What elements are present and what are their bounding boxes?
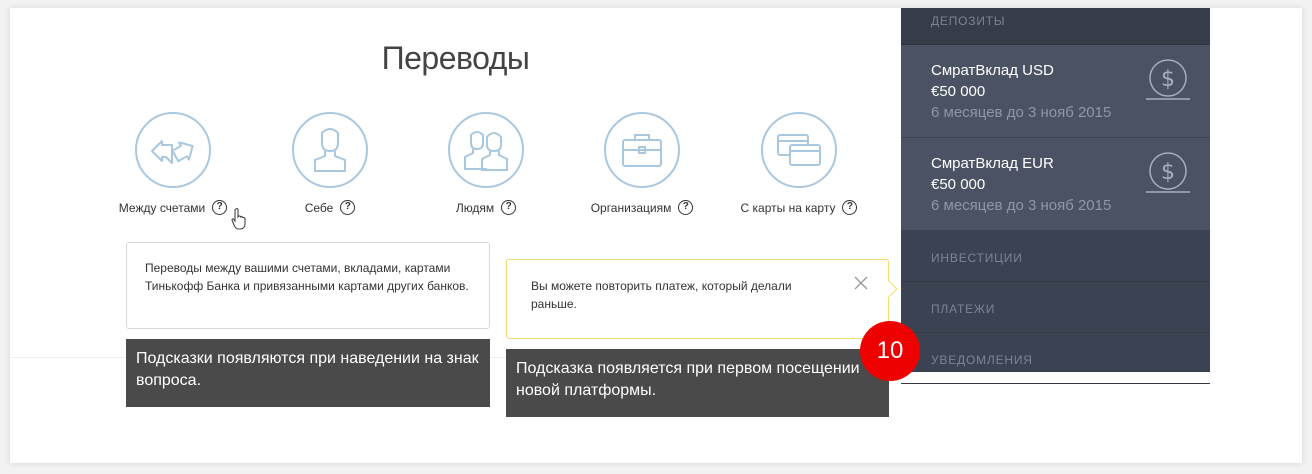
deposit-amount: €50 000 [931, 83, 986, 100]
tooltip-arrow [880, 280, 898, 298]
annotation-badge: 10 [860, 321, 920, 381]
deposit-amount: €50 000 [931, 176, 986, 193]
question-icon[interactable]: ? [340, 200, 356, 215]
deposit-name: СмратВклад EUR [931, 155, 1054, 172]
tooltip-text: Вы можете повторить платеж, который дела… [531, 279, 792, 311]
arrows-exchange-icon [135, 112, 211, 188]
tooltip-repeat-payment: Вы можете повторить платеж, который дела… [506, 259, 898, 339]
transfers-panel: Переводы Между счетами ? Себе ? Людям ? … [10, 8, 901, 358]
deposit-item[interactable]: СмратВклад USD €50 000 6 месяцев до 3 но… [901, 45, 1210, 138]
category-label: С карты на карту [740, 200, 836, 215]
person-icon [292, 112, 368, 188]
question-icon[interactable]: ? [678, 200, 694, 215]
sidebar: ДЕПОЗИТЫ СмратВклад USD €50 000 6 месяце… [901, 8, 1210, 384]
dollar-coin-icon: $ [1144, 59, 1192, 106]
category-label-wrap: Организациям ? [567, 200, 717, 215]
annotation-note-first-visit: Подсказка появляется при первом посещени… [506, 349, 889, 417]
deposit-item[interactable]: СмратВклад EUR €50 000 6 месяцев до 3 но… [901, 138, 1210, 231]
question-icon[interactable]: ? [501, 200, 517, 215]
sidebar-item-investments[interactable]: ИНВЕСТИЦИИ [901, 231, 1210, 282]
category-label: Между счетами [118, 200, 206, 215]
svg-text:$: $ [1161, 160, 1175, 185]
people-icon [448, 112, 524, 188]
screenshot-canvas: Переводы Между счетами ? Себе ? Людям ? … [10, 8, 1302, 463]
sidebar-section-deposits[interactable]: ДЕПОЗИТЫ [901, 8, 1210, 45]
page-title: Переводы [381, 40, 530, 76]
category-self[interactable]: Себе ? [255, 112, 405, 215]
category-card-to-card[interactable]: С карты на карту ? [724, 112, 874, 215]
category-organizations[interactable]: Организациям ? [567, 112, 717, 215]
deposit-name: СмратВклад USD [931, 62, 1054, 79]
tooltip-text: Переводы между вашими счетами, вкладами,… [145, 261, 469, 293]
briefcase-icon [604, 112, 680, 188]
deposit-term: 6 месяцев до 3 нояб 2015 [931, 197, 1112, 214]
cards-icon [761, 112, 837, 188]
tooltip-between-accounts: Переводы между вашими счетами, вкладами,… [126, 242, 490, 329]
sidebar-item-notifications[interactable]: УВЕДОМЛЕНИЯ [901, 333, 1210, 384]
hand-cursor-icon [231, 208, 247, 235]
category-label: Людям [455, 200, 495, 215]
annotation-note-hover: Подсказки появляются при наведении на зн… [126, 339, 490, 407]
question-icon[interactable]: ? [842, 200, 858, 215]
category-label: Организациям [590, 200, 672, 215]
close-icon[interactable] [854, 276, 868, 290]
category-label-wrap: Между счетами ? [98, 200, 248, 215]
sidebar-item-payments[interactable]: ПЛАТЕЖИ [901, 282, 1210, 333]
category-label-wrap: Людям ? [411, 200, 561, 215]
category-people[interactable]: Людям ? [411, 112, 561, 215]
dollar-coin-icon: $ [1144, 152, 1192, 199]
category-label-wrap: С карты на карту ? [724, 200, 874, 215]
category-between-accounts[interactable]: Между счетами ? [98, 112, 248, 215]
svg-text:$: $ [1161, 67, 1175, 92]
question-icon[interactable]: ? [212, 200, 228, 215]
category-label-wrap: Себе ? [255, 200, 405, 215]
deposit-term: 6 месяцев до 3 нояб 2015 [931, 104, 1112, 121]
category-label: Себе [304, 200, 334, 215]
